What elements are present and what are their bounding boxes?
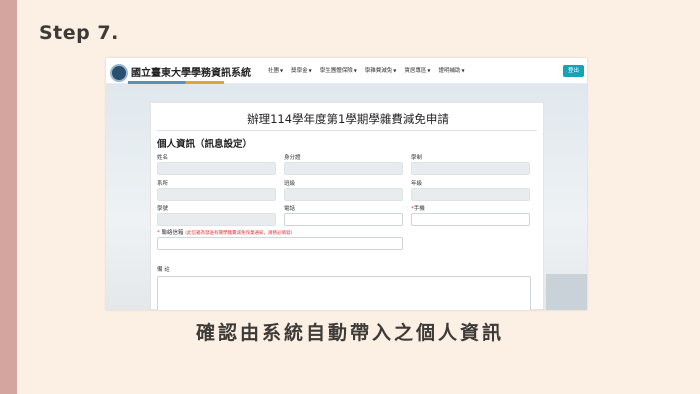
id-number-label: 身分證 <box>284 155 301 161</box>
chevron-down-icon: ▼ <box>461 68 465 73</box>
top-navbar: 國立臺東大學學務資訊系統 社團▼ 獎學金▼ 學生團體保險▼ 學雜費減免▼ 賃居專… <box>106 58 587 85</box>
menu-housing[interactable]: 賃居專區▼ <box>404 66 430 74</box>
email-input[interactable] <box>157 237 403 250</box>
menu-tuition-waiver[interactable]: 學雜費減免▼ <box>365 66 397 74</box>
chevron-down-icon: ▼ <box>393 68 397 73</box>
chevron-down-icon: ▼ <box>280 68 284 73</box>
site-logo[interactable]: 國立臺東大學學務資訊系統 <box>110 61 251 85</box>
grade-field[interactable] <box>411 188 530 201</box>
chevron-down-icon: ▼ <box>353 68 357 73</box>
remarks-label: 備 註 <box>157 267 170 273</box>
department-field[interactable] <box>157 188 276 201</box>
form-panel: 辦理114學年度第1學期學雜費減免申請 個人資訊（訊息設定） 姓名 身分證 學制… <box>150 102 544 310</box>
main-menu: 社團▼ 獎學金▼ 學生團體保險▼ 學雜費減免▼ 賃居專區▼ 證明補助▼ <box>268 66 465 74</box>
slide-caption: 確認由系統自動帶入之個人資訊 <box>195 322 504 344</box>
menu-certificate[interactable]: 證明補助▼ <box>438 66 464 74</box>
university-emblem-icon <box>110 64 128 82</box>
phone-input[interactable] <box>284 213 403 226</box>
menu-insurance[interactable]: 學生團體保險▼ <box>320 66 357 74</box>
email-label: * 聯絡信箱 (此信箱為發送有關學雜費減免作業通知，請務必填寫) <box>157 230 293 236</box>
section-title: 個人資訊（訊息設定） <box>157 139 253 150</box>
id-number-field[interactable] <box>284 162 403 175</box>
phone-label: 電話 <box>284 206 296 212</box>
screenshot-frame: 國立臺東大學學務資訊系統 社團▼ 獎學金▼ 學生團體保險▼ 學雜費減免▼ 賃居專… <box>106 58 587 310</box>
chevron-down-icon: ▼ <box>308 68 312 73</box>
student-id-field[interactable] <box>157 213 276 226</box>
menu-scholarship[interactable]: 獎學金▼ <box>291 66 312 74</box>
student-status-field[interactable] <box>411 162 530 175</box>
logout-button[interactable]: 登出 <box>563 65 584 77</box>
student-status-label: 學制 <box>411 155 423 161</box>
name-label: 姓名 <box>157 155 169 161</box>
name-field[interactable] <box>157 162 276 175</box>
department-label: 系所 <box>157 181 169 187</box>
mobile-label: *手機 <box>411 206 425 212</box>
email-hint: (此信箱為發送有關學雜費減免作業通知，請務必填寫) <box>185 231 293 236</box>
form-title: 辦理114學年度第1學期學雜費減免申請 <box>247 112 449 126</box>
menu-club[interactable]: 社團▼ <box>268 66 283 74</box>
grade-label: 年級 <box>411 181 423 187</box>
chevron-down-icon: ▼ <box>427 68 431 73</box>
class-field[interactable] <box>284 188 403 201</box>
class-label: 班級 <box>284 181 296 187</box>
logo-title: 國立臺東大學學務資訊系統 <box>131 68 251 79</box>
background-building-image <box>546 274 587 310</box>
divider <box>157 130 537 131</box>
student-id-label: 學號 <box>157 206 169 212</box>
mobile-input[interactable] <box>411 213 530 226</box>
remarks-textarea[interactable] <box>157 276 531 310</box>
step-title: Step 7. <box>39 22 119 44</box>
